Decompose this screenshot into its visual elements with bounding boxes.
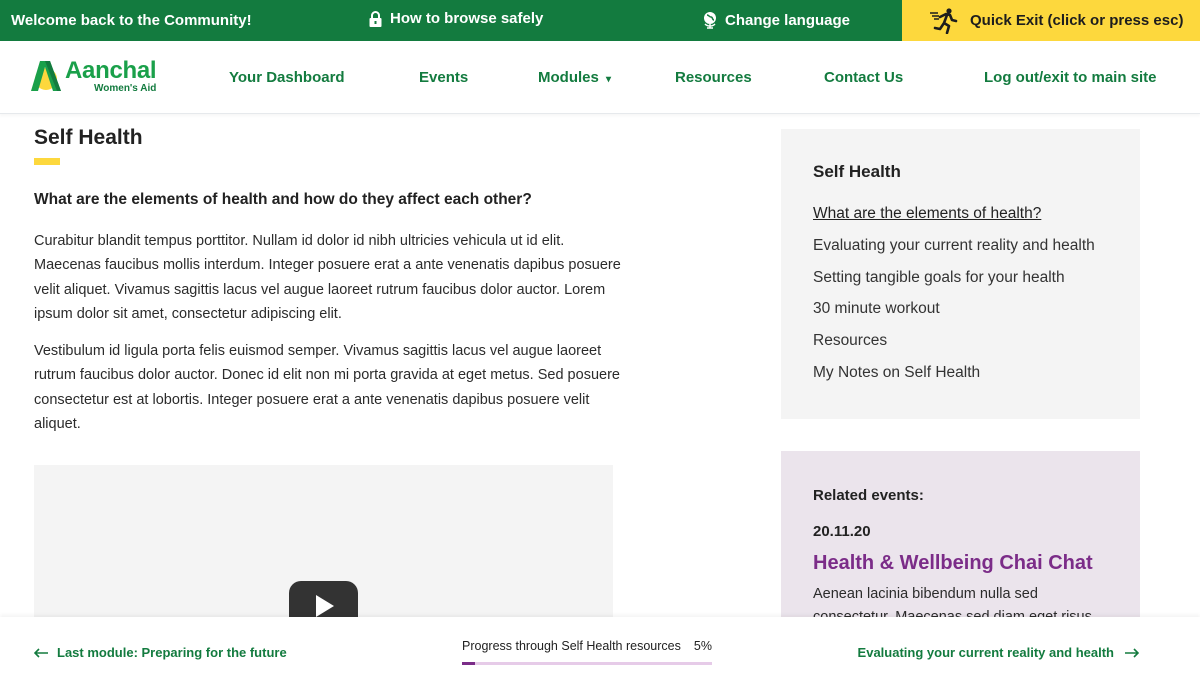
- nav-modules-label: Modules: [538, 69, 599, 86]
- previous-module-label: Last module: Preparing for the future: [57, 645, 287, 660]
- nav-resources[interactable]: Resources: [675, 69, 752, 86]
- arrow-right-icon: [1125, 647, 1139, 658]
- aanchal-logo[interactable]: Aanchal Women's Aid: [30, 57, 160, 97]
- quick-exit-label: Quick Exit (click or press esc): [970, 12, 1184, 29]
- body-paragraph: Curabitur blandit tempus porttitor. Null…: [34, 233, 621, 322]
- sidebar-title: Self Health: [813, 162, 901, 181]
- next-section-label: Evaluating your current reality and heal…: [857, 645, 1114, 660]
- sidebar-item-workout[interactable]: 30 minute workout: [813, 300, 1095, 332]
- related-events-panel: Related events: 20.11.20 Health & Wellbe…: [781, 451, 1140, 625]
- running-person-icon: [930, 7, 958, 34]
- quick-exit-button[interactable]: Quick Exit (click or press esc): [902, 0, 1200, 41]
- browse-safely-link[interactable]: How to browse safely: [369, 10, 543, 27]
- title-underline-accent: [34, 158, 60, 165]
- page-title: Self Health: [34, 126, 143, 149]
- sidebar-item-evaluating-reality[interactable]: Evaluating your current reality and heal…: [813, 237, 1095, 269]
- section-heading: What are the elements of health and how …: [34, 191, 532, 208]
- logo-mark-icon: [31, 61, 61, 91]
- sidebar-item-elements-of-health[interactable]: What are the elements of health?: [813, 205, 1095, 237]
- nav-your-dashboard[interactable]: Your Dashboard: [229, 69, 345, 86]
- top-bar: Welcome back to the Community! How to br…: [0, 0, 1200, 41]
- logo-tagline: Women's Aid: [94, 83, 157, 94]
- sidebar-item-setting-goals[interactable]: Setting tangible goals for your health: [813, 269, 1095, 301]
- progress-fill: [462, 662, 475, 665]
- module-sidebar: Self Health What are the elements of hea…: [781, 129, 1140, 419]
- change-language-link[interactable]: Change language: [702, 11, 850, 29]
- sidebar-item-my-notes[interactable]: My Notes on Self Health: [813, 364, 1095, 396]
- sidebar-item-resources[interactable]: Resources: [813, 332, 1095, 364]
- progress-label: Progress through Self Health resources: [462, 639, 681, 653]
- event-title-link[interactable]: Health & Wellbeing Chai Chat: [813, 552, 1093, 575]
- arrow-left-icon: [34, 647, 48, 658]
- next-section-link[interactable]: Evaluating your current reality and heal…: [858, 645, 1139, 660]
- welcome-message: Welcome back to the Community!: [11, 12, 252, 29]
- progress-percent: 5%: [693, 639, 712, 653]
- main-navigation: Aanchal Women's Aid Your Dashboard Event…: [0, 41, 1200, 114]
- body-paragraph: Vestibulum id ligula porta felis euismod…: [34, 343, 620, 432]
- nav-events[interactable]: Events: [419, 69, 468, 86]
- chevron-down-icon: ▾: [606, 74, 612, 85]
- previous-module-link[interactable]: Last module: Preparing for the future: [34, 645, 287, 660]
- globe-icon: [704, 12, 716, 29]
- nav-modules[interactable]: Modules ▾: [538, 69, 611, 86]
- nav-contact-us[interactable]: Contact Us: [824, 69, 903, 86]
- nav-logout[interactable]: Log out/exit to main site: [984, 69, 1157, 86]
- browse-safely-label: How to browse safely: [390, 10, 544, 27]
- progress-indicator: Progress through Self Health resources 5…: [462, 639, 712, 665]
- change-language-label: Change language: [725, 11, 851, 29]
- sidebar-list: What are the elements of health? Evaluat…: [813, 205, 1095, 396]
- related-events-label: Related events:: [813, 487, 924, 504]
- progress-track: [462, 662, 712, 665]
- module-footer: Last module: Preparing for the future Pr…: [0, 617, 1200, 675]
- logo-name: Aanchal: [65, 57, 157, 84]
- event-date: 20.11.20: [813, 523, 871, 540]
- video-player[interactable]: [34, 465, 613, 631]
- lock-icon: [369, 10, 382, 27]
